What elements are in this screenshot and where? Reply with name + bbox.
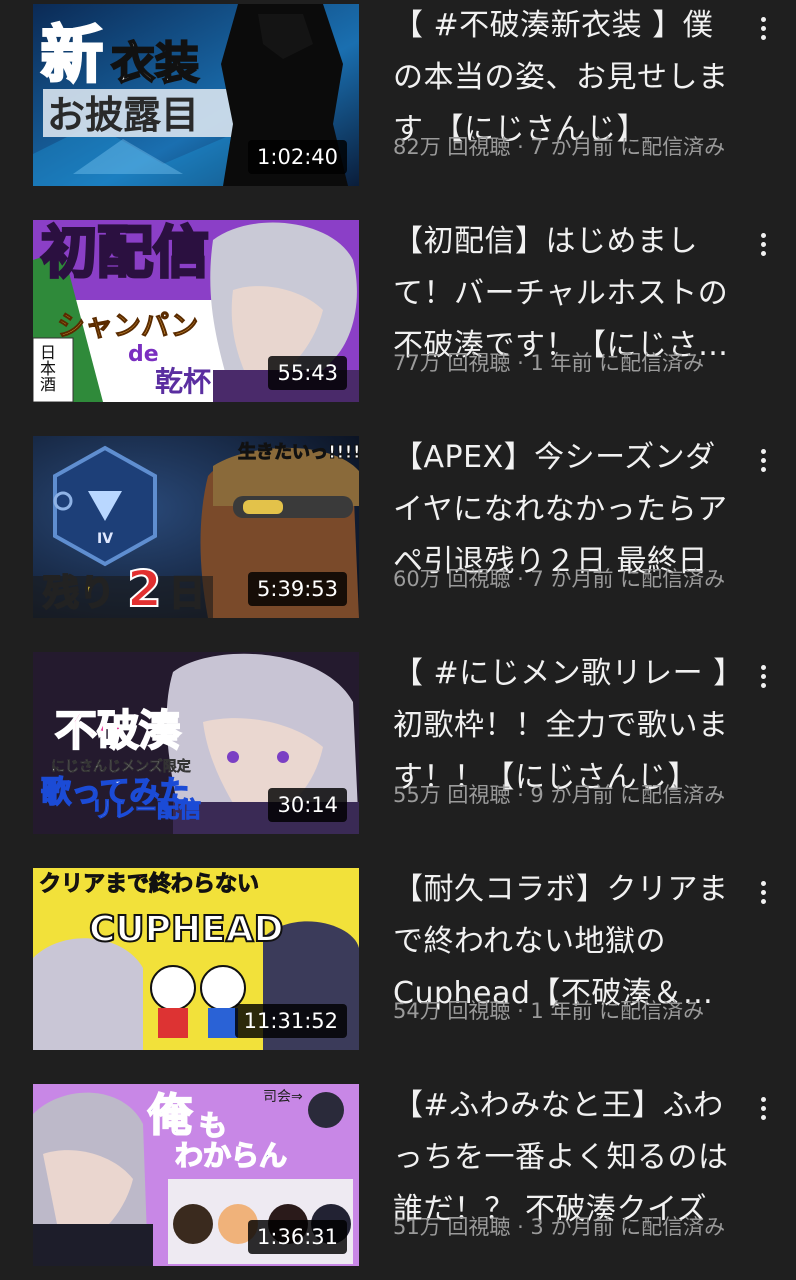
video-thumbnail[interactable]: 俺 も わからん 司会⇒ 1:36:31 (33, 1084, 359, 1266)
video-item[interactable]: 俺 も わからん 司会⇒ 1:36:31 【#ふわみなと王】ふわっちを一番よく知… (0, 1080, 796, 1280)
video-duration: 30:14 (268, 788, 347, 822)
thumbnail-text: 初配信 (40, 221, 211, 286)
more-options-icon[interactable] (748, 656, 778, 696)
video-duration: 11:31:52 (234, 1004, 347, 1038)
thumbnail-text: 俺 (147, 1090, 193, 1141)
thumbnail-text: 生きたいっ!!!! (238, 442, 359, 463)
thumbnail-text: 乾杯 (155, 365, 212, 398)
thumbnail-text: CUPHEAD (88, 909, 285, 950)
video-thumbnail[interactable]: クリアまで終わらない CUPHEAD 11:31:52 (33, 868, 359, 1050)
video-meta: 54万 回視聴 · 1 年前 に配信済み (393, 999, 705, 1023)
thumbnail-text: 日本酒 (37, 344, 56, 392)
video-item[interactable]: 不破湊 にじさんじメンズ限定 歌ってみた リレー配信 30:14 【 #にじメン… (0, 648, 796, 848)
video-thumbnail[interactable]: 初配信 シャンパン de 乾杯 日本酒 55:43 (33, 220, 359, 402)
video-meta: 55万 回視聴 · 9 か月前 に配信済み (393, 783, 726, 807)
thumbnail-text: リレー配信 (90, 798, 202, 823)
video-list: 新 衣装 お披露目 1:02:40 【 #不破湊新衣装 】僕の本当の姿、お見せし… (0, 0, 796, 1280)
video-meta: 60万 回視聴 · 7 か月前 に配信済み (393, 567, 726, 591)
thumbnail-text: わからん (174, 1139, 288, 1172)
more-options-icon[interactable] (748, 440, 778, 480)
thumbnail-text: シャンパン (56, 309, 199, 342)
more-options-icon[interactable] (748, 872, 778, 912)
video-thumbnail[interactable]: 残り 2 日 生きたいっ!!!! IV 5:39:53 (33, 436, 359, 618)
thumbnail-text: 司会⇒ (263, 1089, 303, 1105)
video-thumbnail[interactable]: 新 衣装 お披露目 1:02:40 (33, 4, 359, 186)
video-duration: 5:39:53 (248, 572, 347, 606)
thumbnail-text: 新 (39, 18, 104, 91)
more-options-icon[interactable] (748, 1088, 778, 1128)
video-duration: 1:02:40 (248, 140, 347, 174)
video-meta: 82万 回視聴 · 7 か月前 に配信済み (393, 135, 726, 159)
video-item[interactable]: 初配信 シャンパン de 乾杯 日本酒 55:43 【初配信】はじめまして！バー… (0, 216, 796, 416)
video-thumbnail[interactable]: 不破湊 にじさんじメンズ限定 歌ってみた リレー配信 30:14 (33, 652, 359, 834)
thumbnail-text: お披露目 (47, 93, 200, 137)
video-item[interactable]: 残り 2 日 生きたいっ!!!! IV 5:39:53 【APEX】今シーズンダ… (0, 432, 796, 632)
thumbnail-text: も (198, 1109, 228, 1142)
video-meta: 51万 回視聴 · 3 か月前 に配信済み (393, 1215, 726, 1239)
thumbnail-text: クリアまで終わらない (38, 872, 260, 897)
thumbnail-text: 衣装 (110, 38, 200, 89)
thumbnail-text: にじさんじメンズ限定 (51, 759, 191, 775)
video-item[interactable]: 新 衣装 お披露目 1:02:40 【 #不破湊新衣装 】僕の本当の姿、お見せし… (0, 0, 796, 200)
video-duration: 55:43 (268, 356, 347, 390)
video-item[interactable]: クリアまで終わらない CUPHEAD 11:31:52 【耐久コラボ】クリアまで… (0, 864, 796, 1064)
video-meta: 77万 回視聴 · 1 年前 に配信済み (393, 351, 705, 375)
thumbnail-text: 日 (168, 573, 206, 614)
more-options-icon[interactable] (748, 8, 778, 48)
video-duration: 1:36:31 (248, 1220, 347, 1254)
thumbnail-text: 2 (126, 560, 163, 618)
thumbnail-text: 不破湊 (54, 706, 182, 755)
more-options-icon[interactable] (748, 224, 778, 264)
thumbnail-text: de (128, 342, 159, 367)
thumbnail-text: 残り (42, 573, 116, 614)
thumbnail-text: IV (97, 531, 114, 547)
